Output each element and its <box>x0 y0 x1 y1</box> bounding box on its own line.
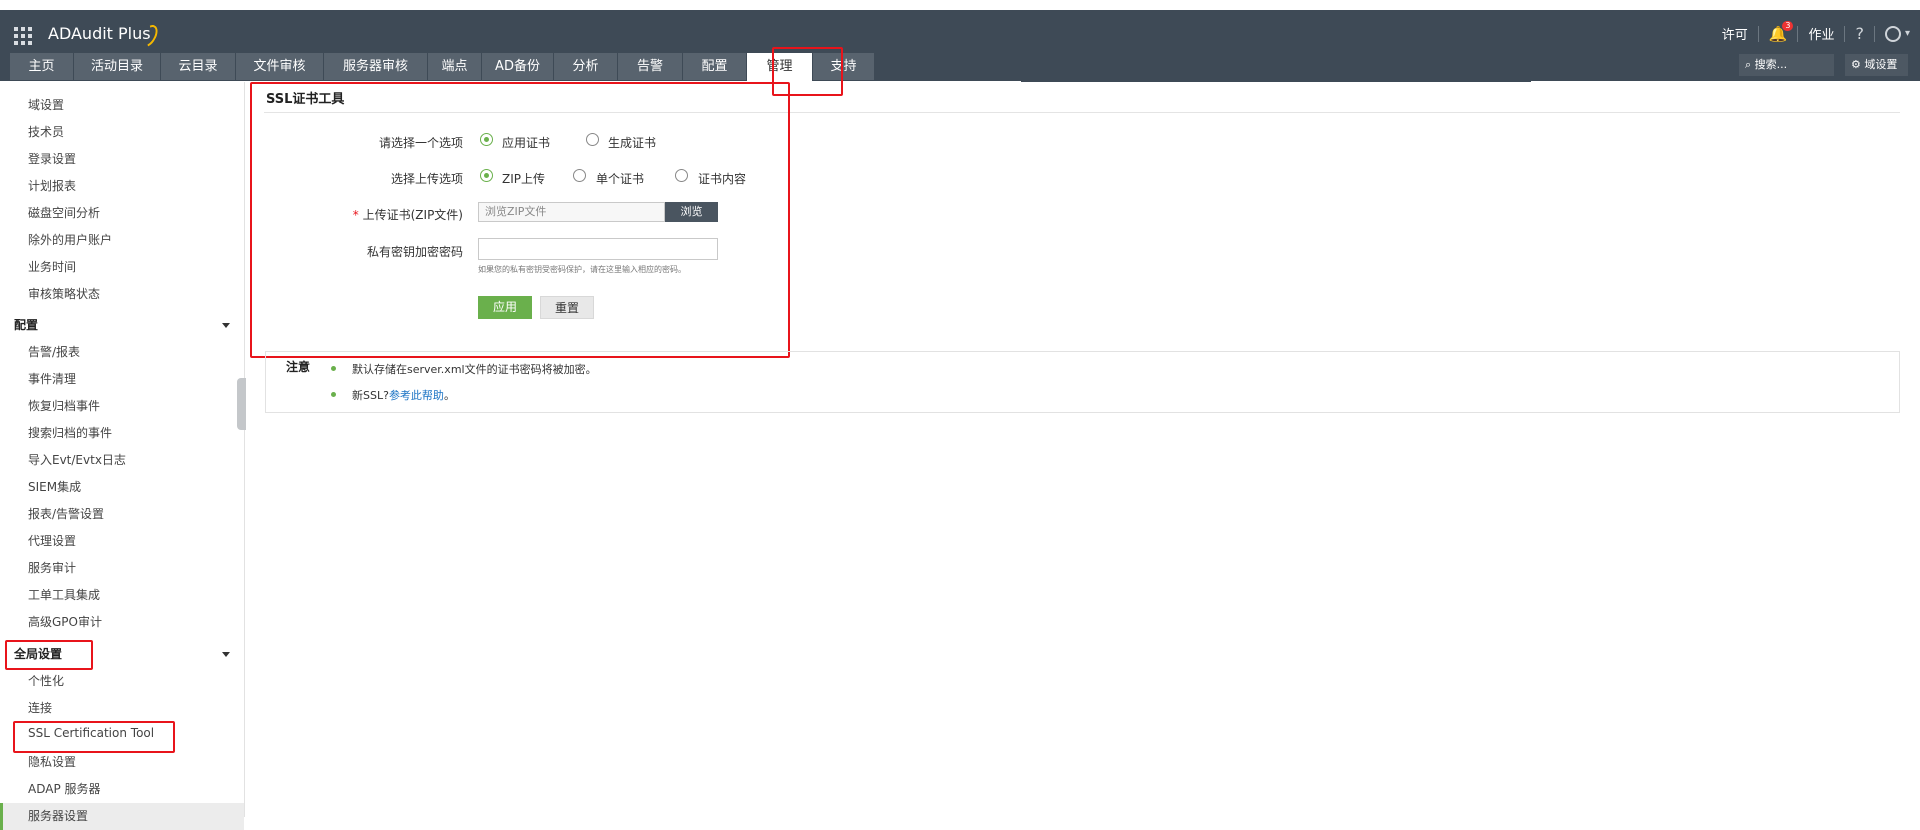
notification-badge: 3 <box>1782 20 1794 31</box>
tab-configuration[interactable]: 配置 <box>683 53 747 80</box>
bullet-icon <box>331 392 336 397</box>
tab-ad-backup[interactable]: AD备份 <box>482 53 554 80</box>
sidebar-item-audit-policy[interactable]: 审核策略状态 <box>28 285 100 302</box>
divider <box>1757 25 1759 42</box>
tab-endpoint[interactable]: 端点 <box>428 53 482 80</box>
note-line-2-prefix: 新SSL? <box>352 389 389 402</box>
top-strip <box>0 0 1920 10</box>
note-line-2-suffix: 。 <box>443 389 455 402</box>
sidebar: 域设置 技术员 登录设置 计划报表 磁盘空间分析 除外的用户账户 业务时间 审核… <box>0 82 245 830</box>
sidebar-item-schedule-reports[interactable]: 计划报表 <box>28 177 76 194</box>
main-nav-tabs: 主页 活动目录 云目录 文件审核 服务器审核 端点 AD备份 分析 告警 配置 … <box>10 53 875 81</box>
jobs-link[interactable]: 作业 <box>1808 24 1834 43</box>
chevron-down-icon[interactable]: ▾ <box>1905 28 1910 39</box>
sidebar-item-alerts-reports[interactable]: 告警/报表 <box>28 343 80 360</box>
tab-home[interactable]: 主页 <box>10 53 74 80</box>
sidebar-item-technicians[interactable]: 技术员 <box>28 123 64 140</box>
sidebar-item-business-hours[interactable]: 业务时间 <box>28 258 76 275</box>
sidebar-item-disk-space[interactable]: 磁盘空间分析 <box>28 204 100 221</box>
sidebar-item-connection[interactable]: 连接 <box>28 699 52 716</box>
sidebar-item-advanced-gpo[interactable]: 高级GPO审计 <box>28 613 102 630</box>
sidebar-section-config[interactable]: 配置 <box>14 316 38 333</box>
sidebar-item-server-settings[interactable]: 服务器设置 <box>28 807 88 824</box>
sidebar-item-excluded-users[interactable]: 除外的用户账户 <box>28 231 112 248</box>
tab-active-directory[interactable]: 活动目录 <box>74 53 161 80</box>
tab-analytics[interactable]: 分析 <box>554 53 618 80</box>
help-icon[interactable]: ? <box>1855 24 1864 43</box>
chevron-down-icon[interactable] <box>222 323 230 328</box>
tab-server-audit[interactable]: 服务器审核 <box>324 53 428 80</box>
sidebar-collapse-handle[interactable] <box>237 378 246 430</box>
search-placeholder: 搜索... <box>1754 58 1788 71</box>
sidebar-item-ticketing[interactable]: 工单工具集成 <box>28 586 100 603</box>
global-settings-highlight <box>5 640 93 670</box>
sidebar-item-search-archive[interactable]: 搜索归档的事件 <box>28 424 112 441</box>
domain-settings-label: 域设置 <box>1864 58 1898 71</box>
bullet-icon <box>331 366 336 371</box>
header-actions: 许可 🔔 3 作业 ? ▾ <box>1722 20 1910 43</box>
sidebar-item-import-logs[interactable]: 导入Evt/Evtx日志 <box>28 451 126 468</box>
sidebar-item-restore-archive[interactable]: 恢复归档事件 <box>28 397 100 414</box>
tab-file-audit[interactable]: 文件审核 <box>236 53 324 80</box>
bell-icon[interactable]: 🔔 3 <box>1769 20 1794 43</box>
divider <box>1844 25 1846 42</box>
sidebar-item-domain-settings[interactable]: 域设置 <box>28 96 64 113</box>
note-line-2: 新SSL?参考此帮助。 <box>352 387 455 403</box>
app-grid-icon[interactable] <box>14 27 32 45</box>
tab-alerts[interactable]: 告警 <box>618 53 683 80</box>
sidebar-item-service-audit[interactable]: 服务审计 <box>28 559 76 576</box>
sidebar-item-agent-settings[interactable]: 代理设置 <box>28 532 76 549</box>
ssl-form-highlight <box>250 82 790 358</box>
user-avatar-icon[interactable] <box>1884 25 1901 42</box>
chevron-down-icon[interactable] <box>222 652 230 657</box>
divider <box>1873 25 1875 42</box>
sidebar-item-event-cleanup[interactable]: 事件清理 <box>28 370 76 387</box>
divider <box>1797 25 1799 42</box>
ssl-tool-highlight <box>13 721 175 753</box>
license-link[interactable]: 许可 <box>1722 24 1748 43</box>
sidebar-item-login-settings[interactable]: 登录设置 <box>28 150 76 167</box>
sidebar-item-report-alert-settings[interactable]: 报表/告警设置 <box>28 505 104 522</box>
tab-cloud-directory[interactable]: 云目录 <box>161 53 236 80</box>
sidebar-item-privacy[interactable]: 隐私设置 <box>28 753 76 770</box>
brand-name: ADAudit Plus <box>48 24 151 43</box>
help-link[interactable]: 参考此帮助 <box>389 389 444 402</box>
search-input[interactable]: ⌕ 搜索... <box>1739 54 1834 76</box>
domain-settings-button[interactable]: ⚙ 域设置 <box>1845 54 1908 76</box>
note-title: 注意 <box>286 360 311 374</box>
tab-underline <box>1021 79 1531 82</box>
note-line-1: 默认存储在server.xml文件的证书密码将被加密。 <box>352 363 597 376</box>
sidebar-item-personalize[interactable]: 个性化 <box>28 672 64 689</box>
sidebar-item-adap-server[interactable]: ADAP 服务器 <box>28 780 101 797</box>
sidebar-item-siem[interactable]: SIEM集成 <box>28 478 81 495</box>
